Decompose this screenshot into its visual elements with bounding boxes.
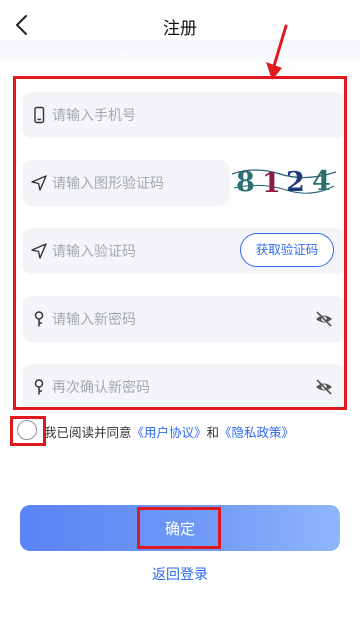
agreement-and: 和 (206, 425, 220, 440)
header: 注册 (0, 0, 360, 50)
agreement-prefix: 我已阅读并同意 (44, 425, 132, 440)
agreement-text: 我已阅读并同意《用户协议》和《隐私政策》 (44, 422, 294, 441)
annotation-highlight-form (13, 76, 347, 410)
back-to-login-link[interactable]: 返回登录 (0, 564, 360, 584)
register-page: 注册 请输入手机号 请输入图形验证码 8 1 2 4 请输入验证码 获取验证码 (0, 0, 360, 619)
annotation-arrow-icon (266, 24, 288, 80)
annotation-highlight-checkbox (10, 416, 46, 446)
confirm-button-label: 确定 (164, 520, 195, 538)
page-title: 注册 (163, 19, 197, 39)
privacy-policy-link[interactable]: 《隐私政策》 (219, 425, 294, 440)
confirm-button[interactable]: 确定 (20, 505, 340, 551)
user-agreement-link[interactable]: 《用户协议》 (132, 425, 207, 440)
